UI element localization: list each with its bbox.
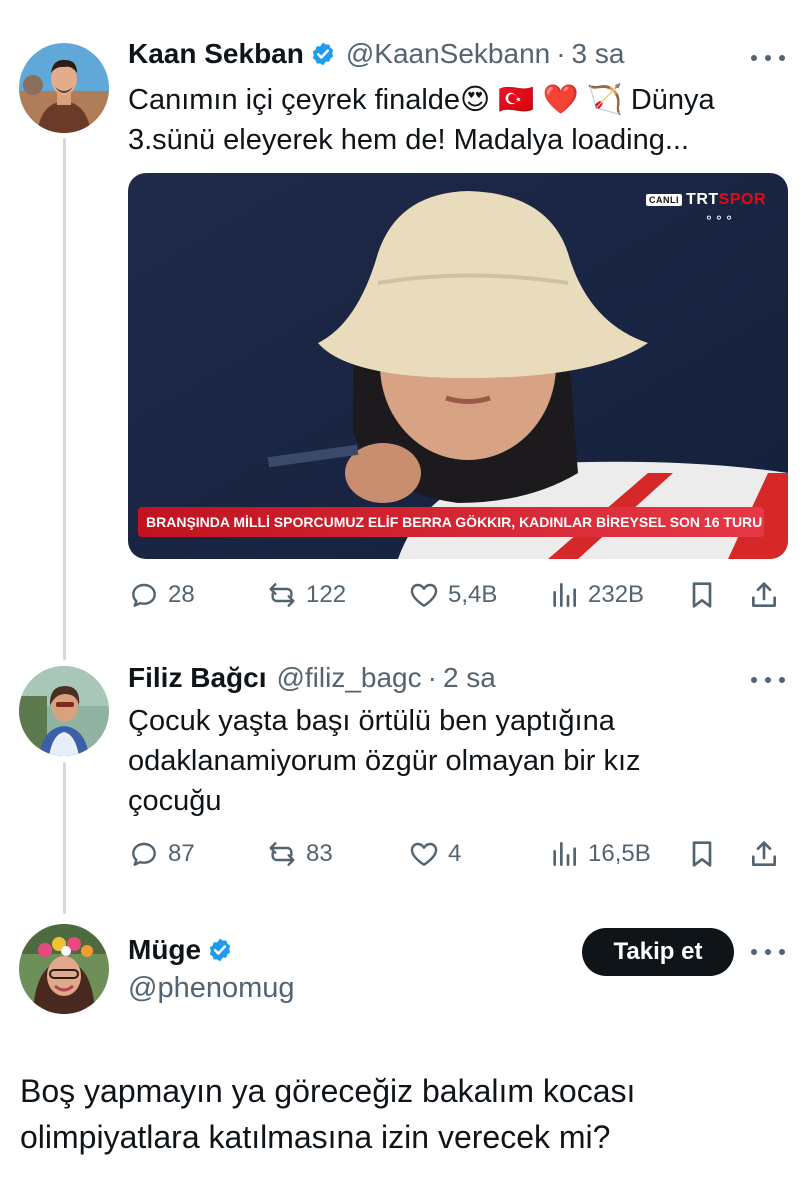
share-icon [752,582,776,607]
live-badge: CANLI [646,194,683,206]
retweet-count: 122 [306,581,347,608]
retweet-button[interactable]: 83 [266,834,333,874]
channel-name-part: SPOR [718,191,766,208]
share-button[interactable] [748,575,780,615]
tweet-header: Filiz Bağcı @filiz_bagc · 2 sa [128,662,496,694]
follow-button[interactable]: Takip et [582,928,734,976]
retweet-button[interactable]: 122 [266,575,346,615]
like-count: 4 [448,840,462,867]
views-button[interactable]: 232B [548,575,644,615]
channel-name-part: TRT [686,191,719,208]
views-button[interactable]: 16,5B [548,834,651,874]
like-button[interactable]: 4 [408,834,461,874]
olympic-rings-icon: ⚬⚬⚬ [703,211,734,225]
tweet-actions: 87 83 4 16,5B [128,834,785,874]
bookmark-button[interactable] [686,575,718,615]
reply-button[interactable]: 28 [128,575,195,615]
tweet-text-line: odaklanamiyorum özgür olmayan bir kız [128,745,641,777]
bookmark-button[interactable] [686,834,718,874]
like-button[interactable]: 5,4B [408,575,497,615]
tweet-handle-row: @phenomug [128,972,295,1005]
channel-logo: CANLI TRT SPOR [646,191,766,209]
author-name[interactable]: Kaan Sekban [128,38,304,70]
share-button[interactable] [748,834,780,874]
author-name[interactable]: Filiz Bağcı [128,662,266,694]
verified-badge-icon [312,42,334,66]
more-options-icon[interactable] [751,52,785,64]
author-name[interactable]: Müge [128,934,201,966]
reply-icon [132,583,156,607]
tweet-text-line: Çocuk yaşta başı örtülü ben yaptığına [128,705,615,737]
heart-icon [410,583,438,607]
tweet-text-line: çocuğu [128,785,222,817]
more-options-icon[interactable] [751,674,785,686]
bookmark-icon [692,841,712,867]
avatar[interactable] [19,924,109,1014]
verified-badge-icon [209,938,231,962]
main-tweet-text: Boş yapmayın ya göreceğiz bakalım kocası… [20,1068,787,1160]
tweet-text-line: Canımın içi çeyrek finalde😍 🇹🇷 ❤️ 🏹 Düny… [128,84,715,116]
heart-icon [410,842,438,866]
tweet-text-line: 3.sünü eleyerek hem de! Madalya loading.… [128,124,690,156]
reply-button[interactable]: 87 [128,834,195,874]
retweet-count: 83 [306,840,333,867]
tweet-text-line: olimpiyatlara katılmasına izin verecek m… [20,1119,611,1155]
view-count: 16,5B [588,840,651,867]
like-count: 5,4B [448,581,498,608]
author-handle[interactable]: @phenomug [128,972,295,1005]
tweet-time[interactable]: 2 sa [443,662,496,694]
views-chart-icon [553,583,576,607]
tweet-text-line: Boş yapmayın ya göreceğiz bakalım kocası [20,1073,636,1109]
tweet-time[interactable]: 3 sa [572,38,625,70]
more-options-icon[interactable] [751,946,785,958]
tweet-text: Çocuk yaşta başı örtülü ben yaptığına od… [128,701,767,821]
tweet-text: Canımın içi çeyrek finalde😍 🇹🇷 ❤️ 🏹 Düny… [128,80,767,160]
separator-dot: · [427,662,437,693]
tweet-header: Kaan Sekban @KaanSekbann · 3 sa [128,38,624,70]
reply-icon [132,842,156,866]
reply-count: 87 [168,840,195,867]
broadcast-caption: BRANŞINDA MİLLİ SPORCUMUZ ELİF BERRA GÖK… [138,507,764,537]
retweet-icon [269,842,295,866]
retweet-icon [269,583,295,607]
tweet-actions: 28 122 5,4B 232B [128,575,785,615]
bookmark-icon [692,582,712,608]
separator-dot: · [556,38,566,69]
views-chart-icon [553,842,576,866]
thread-line [63,762,66,914]
tweet-header: Müge [128,934,233,966]
reply-count: 28 [168,581,195,608]
thread-line [63,138,66,660]
tweet-media-image[interactable]: CANLI TRT SPOR ⚬⚬⚬ BRANŞINDA MİLLİ SPORCU… [128,173,788,559]
avatar[interactable] [19,666,109,756]
author-handle[interactable]: @KaanSekbann [346,38,550,70]
view-count: 232B [588,581,645,608]
share-icon [752,841,776,866]
author-handle[interactable]: @filiz_bagc [276,662,421,694]
avatar[interactable] [19,43,109,133]
